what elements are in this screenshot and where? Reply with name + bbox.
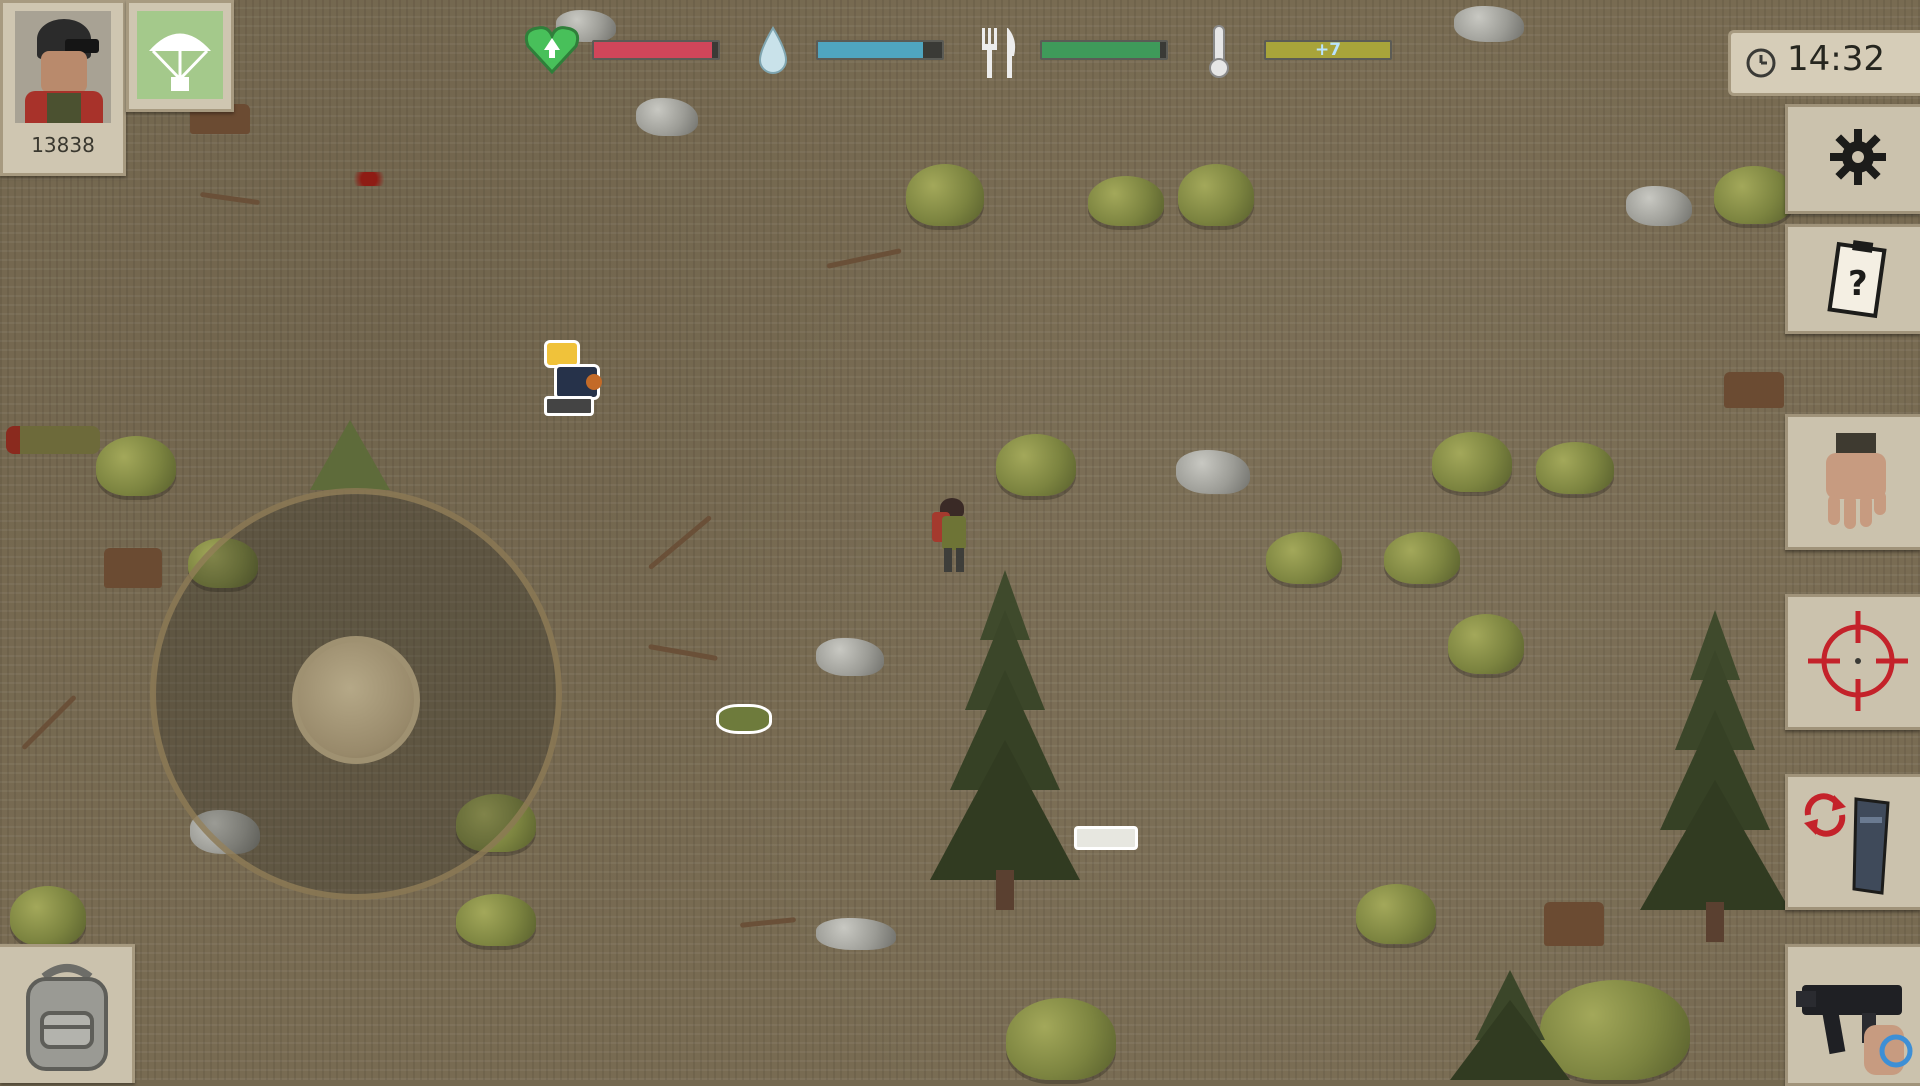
water-bar-fill <box>818 42 924 58</box>
tree-stump <box>1544 902 1604 946</box>
dead-branch <box>739 917 797 928</box>
food-bar <box>1040 40 1168 60</box>
fist-icon <box>1826 433 1886 529</box>
rock <box>1626 186 1692 226</box>
reload-button[interactable] <box>1785 774 1920 910</box>
magazine-icon <box>1852 797 1890 895</box>
hostile-npc[interactable] <box>540 334 610 418</box>
inventory-button[interactable] <box>0 944 135 1083</box>
backpack-icon <box>26 964 108 1071</box>
blood-splatter <box>344 172 394 186</box>
gear-icon <box>1830 129 1886 185</box>
score-counter: 13838 <box>31 133 95 157</box>
movement-joystick[interactable] <box>150 488 562 900</box>
health-bar-fill <box>594 42 712 58</box>
pine-tree <box>310 420 390 490</box>
loot-item[interactable] <box>1074 826 1138 850</box>
bush <box>1266 532 1342 584</box>
crosshair-icon <box>1808 611 1908 711</box>
bush <box>996 434 1076 496</box>
bush <box>1714 166 1794 224</box>
temperature-bar: +7 <box>1264 40 1392 60</box>
health-bar <box>592 40 720 60</box>
rock <box>636 98 698 136</box>
clock-panel: 14:32 <box>1728 30 1920 96</box>
dead-body[interactable] <box>6 426 100 454</box>
dead-branch <box>647 514 713 571</box>
airdrop-button[interactable] <box>126 0 234 112</box>
bush <box>1006 998 1116 1080</box>
parachute-icon <box>137 11 223 99</box>
rifle-icon <box>1796 985 1913 1075</box>
food-bar-fill <box>1042 42 1160 58</box>
quest-note-icon: ? <box>1827 240 1887 319</box>
weapon-slot-button[interactable] <box>1785 944 1920 1086</box>
melee-attack-button[interactable] <box>1785 414 1920 550</box>
tree-stump <box>104 548 162 588</box>
bush <box>1432 432 1512 492</box>
status-bars: +7 <box>520 20 1400 80</box>
bush <box>906 164 984 226</box>
water-bar <box>816 40 944 60</box>
quests-button[interactable]: ? <box>1785 224 1920 334</box>
thermometer-icon <box>1209 25 1229 78</box>
pine-tree <box>1450 970 1570 1080</box>
temperature-value: +7 <box>1314 40 1342 60</box>
clock-icon <box>1746 48 1776 78</box>
rock <box>816 638 884 676</box>
dead-branch <box>21 694 77 751</box>
dead-branch <box>648 643 718 662</box>
dead-branch <box>199 191 261 206</box>
soldier-portrait-icon <box>15 11 111 123</box>
rock <box>1454 6 1524 42</box>
bush <box>1088 176 1164 226</box>
bush <box>10 886 86 946</box>
game-time: 14:32 <box>1787 39 1885 79</box>
bush <box>1448 614 1524 674</box>
pine-tree <box>1640 610 1790 942</box>
dead-branch <box>826 248 902 269</box>
bush <box>1356 884 1436 944</box>
pine-tree <box>930 570 1080 910</box>
joystick-knob[interactable] <box>292 636 420 764</box>
heart-icon <box>524 26 580 74</box>
bush <box>1384 532 1460 584</box>
fork-knife-icon <box>982 28 1016 78</box>
svg-text:?: ? <box>1848 264 1868 304</box>
bush <box>96 436 176 496</box>
bush <box>1536 442 1614 494</box>
settings-button[interactable] <box>1785 104 1920 214</box>
rock <box>816 918 896 950</box>
rock <box>1176 450 1250 494</box>
bush <box>456 894 536 946</box>
tree-stump <box>1724 372 1784 408</box>
loot-item[interactable] <box>716 704 772 734</box>
player-portrait-panel[interactable]: 13838 <box>0 0 126 176</box>
player-character <box>928 498 974 578</box>
bush <box>1178 164 1254 226</box>
water-drop-icon <box>758 26 788 74</box>
aim-button[interactable] <box>1785 594 1920 730</box>
